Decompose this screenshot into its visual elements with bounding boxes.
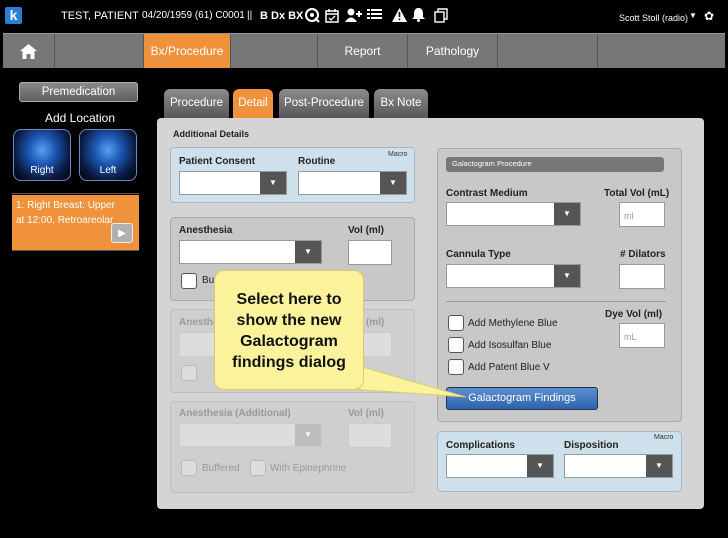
premedication-button[interactable]: Premedication [19, 82, 138, 102]
tab-detail[interactable]: Detail [233, 89, 273, 119]
home-icon [20, 44, 37, 59]
header-separator: || [247, 10, 253, 21]
tab-bx-note[interactable]: Bx Note [374, 89, 428, 119]
isosulfan-blue-checkbox[interactable] [448, 337, 464, 353]
chevron-down-icon: ▼ [295, 241, 321, 263]
patient-info: 04/20/1959 (61) C0001 [142, 10, 245, 21]
right-label: Right [30, 165, 54, 176]
cannula-type-label: Cannula Type [446, 249, 511, 260]
buffered-checkbox[interactable] [181, 273, 197, 289]
divider [12, 193, 139, 194]
top-bar: k TEST, PATIENT 04/20/1959 (61) C0001 ||… [0, 0, 728, 33]
patient-consent-label: Patient Consent [179, 156, 256, 167]
vol-additional-input [348, 423, 392, 448]
chevron-down-icon: ▼ [554, 203, 580, 225]
app-logo[interactable]: k [5, 7, 22, 24]
right-breast-button[interactable]: Right [13, 129, 71, 181]
buffered-label: Buffered [202, 463, 240, 474]
complications-select[interactable]: ▼ [446, 454, 554, 478]
epinephrine-checkbox [250, 460, 266, 476]
divider [12, 250, 139, 251]
bell-icon[interactable] [412, 8, 425, 25]
chevron-down-icon: ▼ [527, 455, 553, 477]
tab-procedure[interactable]: Procedure [164, 89, 229, 119]
gear-icon[interactable]: ✿ [704, 9, 714, 23]
vol-additional-label: Vol (ml) [348, 408, 384, 419]
location-item-text: 1: Right Breast: Upper at 12:00, Retroar… [16, 200, 115, 226]
nav-blank-3 [498, 34, 598, 68]
chevron-down-icon: ▼ [260, 172, 286, 194]
calendar-icon[interactable] [325, 8, 339, 26]
vol-label: Vol (ml) [348, 225, 384, 236]
nav-item-bx-procedure[interactable]: Bx/Procedure [144, 34, 231, 68]
app-window: k TEST, PATIENT 04/20/1959 (61) C0001 ||… [0, 0, 728, 538]
anesthesia-label: Anesthesia [179, 225, 233, 236]
anesthesia-additional-select: ▼ [179, 423, 322, 447]
user-name[interactable]: Scott Stoll (radio) [619, 13, 688, 23]
with-epinephrine-label: With Epinephrine [270, 463, 347, 474]
left-breast-button[interactable]: Left [79, 129, 137, 181]
dilators-label: # Dilators [620, 249, 666, 260]
list-icon[interactable] [367, 8, 382, 25]
patient-consent-select[interactable]: ▼ [179, 171, 287, 195]
nav-blank-4 [598, 34, 725, 68]
add-location-label: Add Location [44, 111, 116, 125]
contrast-medium-select[interactable]: ▼ [446, 202, 581, 226]
buffered-checkbox-2 [181, 365, 197, 381]
routine-label: Routine [298, 156, 336, 167]
chevron-down-icon: ▼ [646, 455, 672, 477]
chevron-down-icon[interactable]: ▼ [689, 11, 697, 20]
disposition-label: Disposition [564, 440, 619, 451]
main-nav: Bx/Procedure Report Pathology [3, 33, 725, 68]
anesthesia-select-2 [179, 332, 219, 357]
dye-vol-label: Dye Vol (ml) [605, 309, 663, 320]
methylene-blue-label: Add Methylene Blue [468, 318, 558, 329]
nav-item-pathology[interactable]: Pathology [408, 34, 498, 68]
isosulfan-blue-label: Add Isosulfan Blue [468, 340, 552, 351]
nav-blank-1 [55, 34, 144, 68]
buffered-label-partial: Bu [202, 275, 215, 286]
left-label: Left [99, 165, 117, 176]
copy-icon[interactable] [434, 8, 449, 26]
total-vol-input[interactable]: ml [619, 202, 665, 227]
q-icon[interactable] [305, 8, 320, 26]
cannula-type-select[interactable]: ▼ [446, 264, 581, 288]
callout-tooltip: Select here to show the new Galactogram … [214, 270, 364, 390]
vol-label-2: (ml) [366, 317, 385, 328]
nav-blank-2 [231, 34, 318, 68]
chevron-down-icon: ▼ [295, 424, 321, 446]
nav-item-report[interactable]: Report [318, 34, 408, 68]
dye-vol-input[interactable]: mL [619, 323, 665, 348]
add-user-icon[interactable] [345, 8, 362, 26]
anesthesia-label-2: Anesthe [179, 317, 219, 328]
chevron-down-icon: ▼ [554, 265, 580, 287]
macro-label[interactable]: Macro [654, 434, 673, 441]
patient-name: TEST, PATIENT [61, 10, 139, 22]
warning-icon[interactable] [392, 8, 407, 25]
chevron-down-icon: ▼ [380, 172, 406, 194]
macro-label[interactable]: Macro [388, 151, 407, 158]
galactogram-header: Galactogram Procedure [446, 157, 664, 172]
patient-codes: B Dx BX [260, 10, 304, 22]
total-vol-label: Total Vol (mL) [604, 188, 670, 199]
anesthesia-additional-label: Anesthesia (Additional) [179, 408, 291, 419]
additional-details-title: Additional Details [173, 129, 250, 139]
disposition-select[interactable]: ▼ [564, 454, 673, 478]
dilators-input[interactable] [619, 264, 665, 289]
patent-blue-label: Add Patent Blue V [468, 362, 550, 373]
routine-select[interactable]: ▼ [298, 171, 407, 195]
play-icon[interactable]: ▶ [111, 223, 133, 243]
methylene-blue-checkbox[interactable] [448, 315, 464, 331]
buffered-checkbox-3 [181, 460, 197, 476]
tab-post-procedure[interactable]: Post-Procedure [279, 89, 369, 119]
contrast-medium-label: Contrast Medium [446, 188, 528, 199]
anesthesia-select[interactable]: ▼ [179, 240, 322, 264]
divider [446, 301, 666, 302]
complications-label: Complications [446, 440, 515, 451]
anesthesia-vol-input[interactable] [348, 240, 392, 265]
home-button[interactable] [3, 34, 55, 68]
location-list-item[interactable]: 1: Right Breast: Upper at 12:00, Retroar… [12, 195, 139, 250]
